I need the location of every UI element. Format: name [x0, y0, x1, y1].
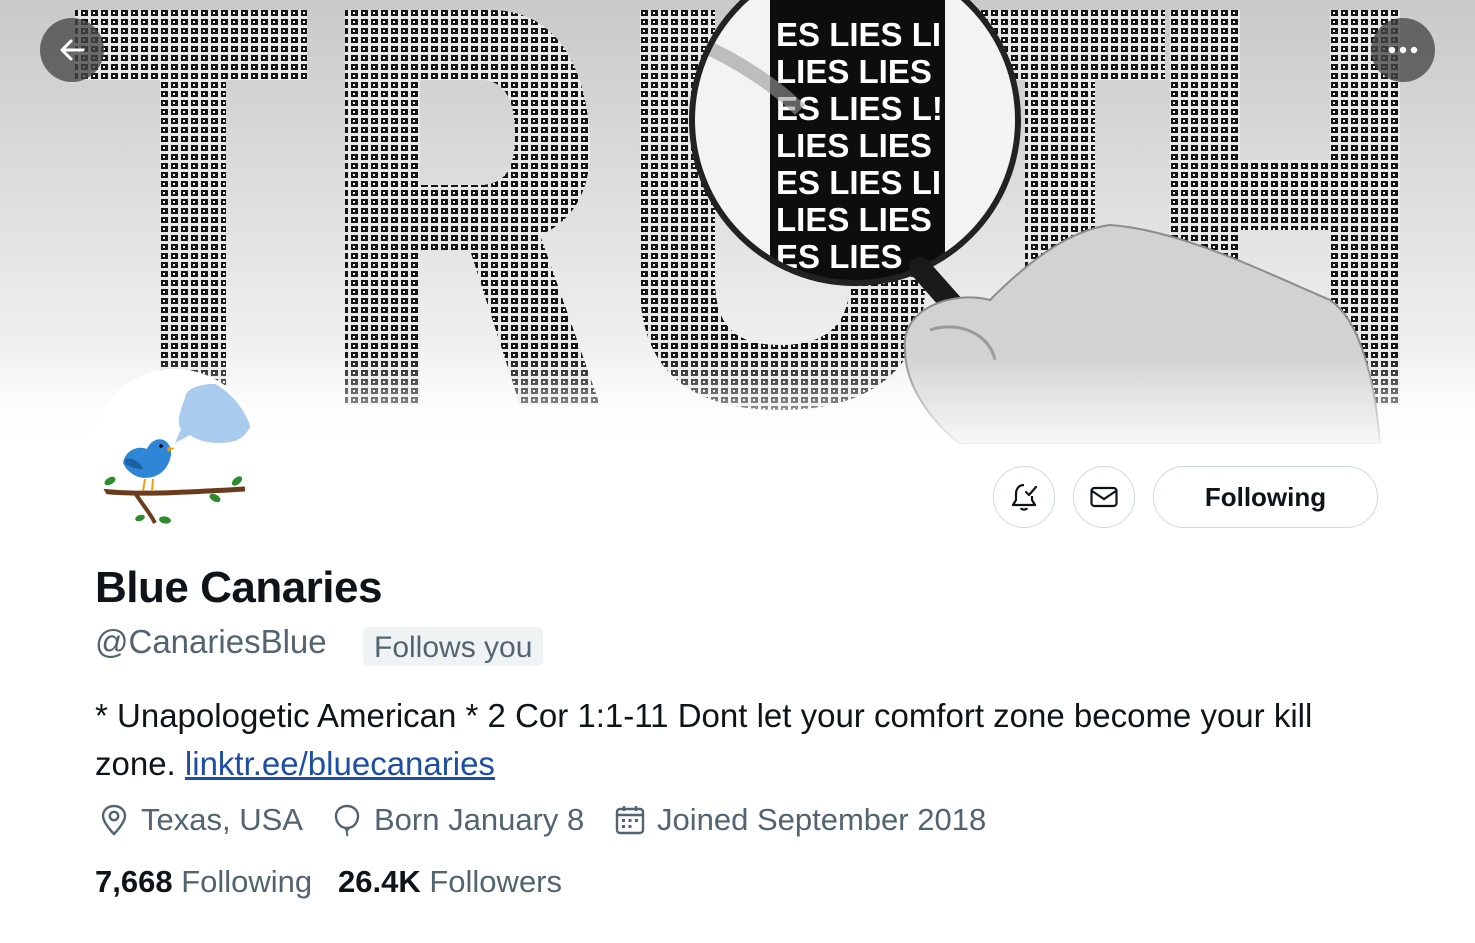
followers-stat[interactable]: 26.4K Followers: [338, 864, 562, 900]
balloon-icon: [334, 804, 360, 837]
display-name: Blue Canaries: [95, 563, 382, 612]
location-item: Texas, USA: [97, 798, 303, 842]
birthday-item: Born January 8: [330, 798, 584, 842]
bird-logo-image: [95, 373, 255, 533]
lens-line-1: ES LIES LI: [776, 16, 941, 53]
profile-bio: * Unapologetic American * 2 Cor 1:1-11 D…: [95, 692, 1395, 788]
envelope-icon: [1090, 486, 1118, 508]
location-pin-icon: [101, 804, 127, 836]
followers-count: 26.4K: [338, 864, 421, 899]
followers-label: Followers: [429, 864, 563, 899]
bell-check-icon: [1011, 483, 1038, 511]
follows-you-badge: Follows you: [363, 627, 544, 666]
avatar[interactable]: [91, 369, 259, 537]
following-count: 7,668: [95, 864, 173, 899]
lens-line-5: ES LIES LI: [776, 164, 941, 201]
notifications-button[interactable]: [993, 466, 1055, 528]
more-options-button[interactable]: [1371, 18, 1435, 82]
following-button[interactable]: Following: [1153, 466, 1378, 528]
back-button[interactable]: [40, 18, 104, 82]
lens-line-4: LIES LIES: [776, 127, 932, 164]
bio-link[interactable]: linktr.ee/bluecanaries: [185, 745, 495, 782]
location-text: Texas, USA: [141, 802, 303, 837]
profile-banner[interactable]: ES LIES LI LIES LIES ES LIES L! LIES LIE…: [0, 0, 1475, 444]
message-button[interactable]: [1073, 466, 1135, 528]
calendar-icon: [615, 806, 645, 835]
joined-item: Joined September 2018: [613, 798, 986, 842]
joined-text: Joined September 2018: [657, 802, 987, 837]
lens-line-6: LIES LIES: [776, 201, 932, 238]
more-horizontal-icon: [1388, 46, 1418, 54]
user-handle: @CanariesBlue: [95, 623, 327, 660]
following-stat[interactable]: 7,668 Following: [95, 864, 312, 900]
lens-line-2: LIES LIES: [776, 53, 932, 90]
following-label: Following: [181, 864, 313, 899]
arrow-left-icon: [60, 39, 85, 61]
birthday-text: Born January 8: [374, 802, 585, 837]
